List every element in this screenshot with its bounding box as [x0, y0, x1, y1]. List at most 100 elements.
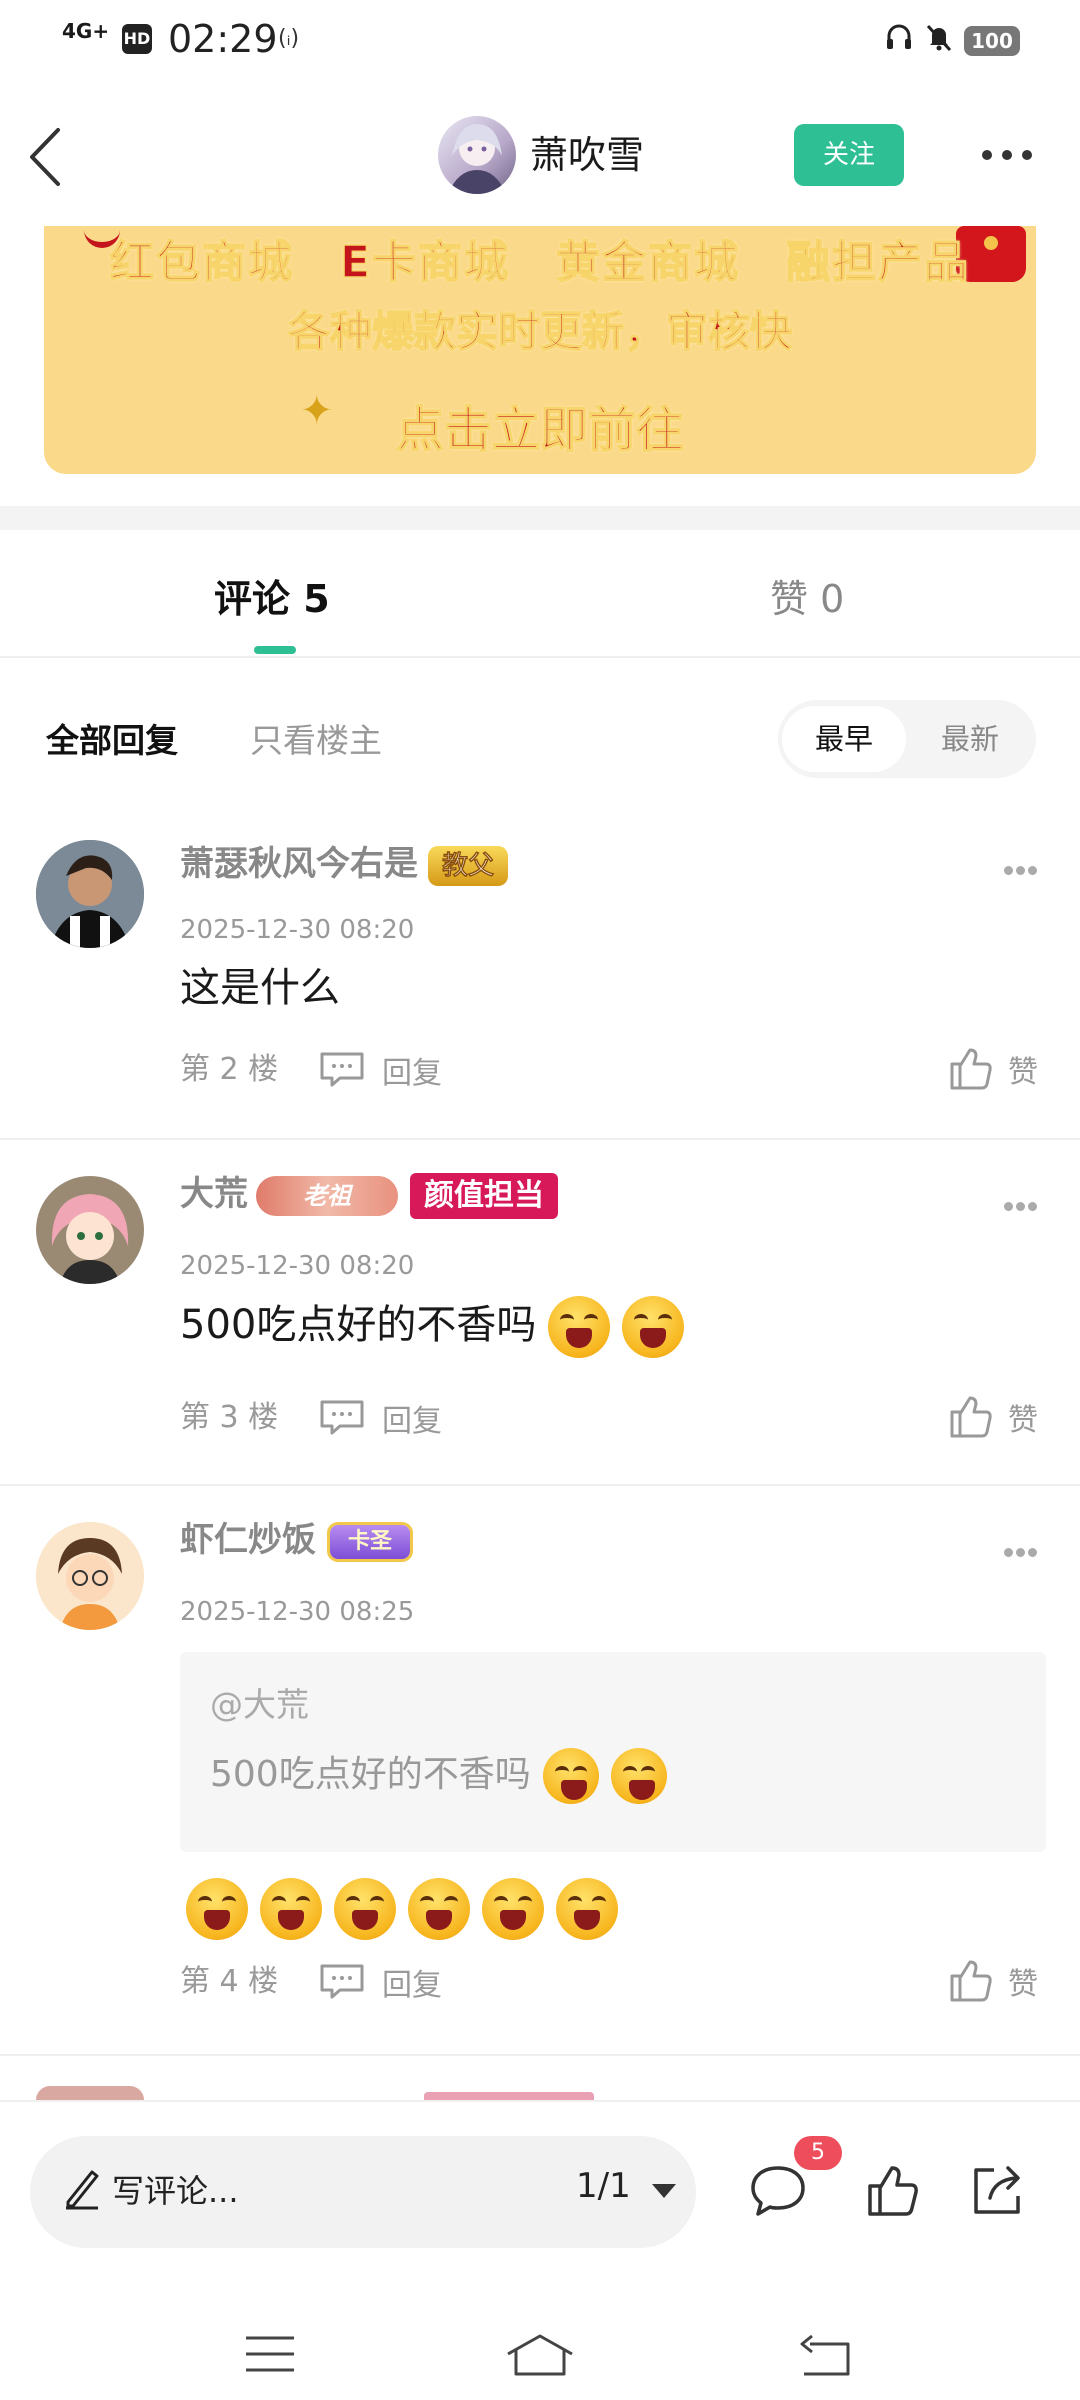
nfc-icon: (ᵢ) [278, 26, 300, 51]
comment-time: 2025-12-30 08:20 [180, 915, 415, 945]
emoji-row [174, 1878, 618, 1940]
author-avatar[interactable] [438, 116, 516, 194]
laughing-emoji-icon [622, 1296, 685, 1358]
laughing-emoji-icon [556, 1878, 618, 1940]
comment-text: 500吃点好的不香吗 [180, 1296, 685, 1358]
back-nav-icon[interactable] [796, 2334, 852, 2382]
comment-input-placeholder: 写评论... [112, 2172, 239, 2210]
reply-button[interactable]: 回复 [318, 1398, 442, 1447]
laughing-emoji-icon [610, 1748, 667, 1804]
banner-line-1: 红包商城 E卡商城 黄金商城 融担产品 [109, 236, 971, 289]
bell-muted-icon [924, 22, 954, 59]
user-badge: 老祖 [256, 1175, 398, 1216]
comment-more-button[interactable] [1004, 1548, 1038, 1560]
avatar[interactable] [36, 1522, 144, 1630]
author-name[interactable]: 大荒 [180, 1174, 248, 1214]
like-button[interactable]: 赞 [946, 1956, 1038, 2015]
floor-number: 第 3 楼 [180, 1400, 279, 1435]
quoted-text: 500吃点好的不香吗 [210, 1744, 667, 1806]
sort-earliest[interactable]: 最早 [782, 706, 906, 772]
comment-text: 这是什么 [180, 965, 340, 1011]
avatar[interactable] [36, 1176, 144, 1284]
title-badge [424, 2092, 594, 2100]
pencil-icon [62, 2166, 102, 2214]
laughing-emoji-icon [260, 1878, 322, 1940]
title-badge: 颜值担当 [410, 1172, 558, 1219]
comment-icon [318, 1050, 366, 1099]
follow-button[interactable]: 关注 [794, 124, 904, 186]
author-name[interactable]: 萧吹雪 [530, 130, 644, 180]
active-tab-indicator [254, 646, 296, 654]
avatar[interactable] [36, 840, 144, 948]
back-button[interactable] [26, 122, 76, 192]
laughing-emoji-icon [186, 1878, 248, 1940]
comments-button[interactable] [748, 2162, 808, 2222]
laughing-emoji-icon [482, 1878, 544, 1940]
tab-comments[interactable]: 评论 5 [214, 574, 330, 624]
tab-likes[interactable]: 赞 0 [770, 574, 844, 624]
app-header: 萧吹雪 关注 [0, 80, 1080, 230]
like-button[interactable]: 赞 [946, 1044, 1038, 1103]
comment-author[interactable]: 萧瑟秋风今右是 教父 [180, 842, 509, 886]
chevron-down-icon[interactable] [652, 2184, 676, 2198]
home-icon[interactable] [504, 2332, 576, 2380]
headphones-icon [884, 22, 914, 59]
comment-author[interactable]: 大荒 老祖 颜值担当 [180, 1172, 558, 1219]
laughing-emoji-icon [548, 1296, 611, 1358]
promo-banner[interactable]: 红包商城 E卡商城 黄金商城 融担产品 各种爆款实时更新，审核快 ✦ 点击立即前… [44, 226, 1036, 474]
sort-latest[interactable]: 最新 [908, 706, 1032, 772]
more-options-button[interactable] [980, 140, 1034, 170]
comment-icon [318, 1398, 366, 1447]
like-post-button[interactable] [864, 2162, 920, 2222]
user-badge: 教父 [428, 845, 509, 886]
reply-label: 回复 [382, 1404, 442, 1439]
laughing-emoji-icon [408, 1878, 470, 1940]
author-name[interactable]: 萧瑟秋风今右是 [180, 844, 418, 884]
floor-number: 第 2 楼 [180, 1052, 279, 1087]
reply-button[interactable]: 回复 [318, 1962, 442, 2011]
system-nav-bar [0, 2300, 1080, 2400]
comment-time: 2025-12-30 08:20 [180, 1251, 415, 1281]
laughing-emoji-icon [334, 1878, 396, 1940]
hd-icon: HD [122, 24, 152, 54]
banner-cta[interactable]: 点击立即前往 [44, 390, 1036, 460]
network-indicator: 4G+ [62, 19, 110, 43]
avatar [36, 2086, 144, 2100]
reply-label: 回复 [382, 1968, 442, 2003]
filter-op-only[interactable]: 只看楼主 [250, 714, 382, 762]
like-label: 赞 [1008, 1403, 1038, 1438]
reply-button[interactable]: 回复 [318, 1050, 442, 1099]
floor-number: 第 4 楼 [180, 1964, 279, 1999]
comment-input[interactable]: 写评论... 1/1 [30, 2136, 696, 2248]
menu-icon[interactable] [244, 2334, 296, 2378]
quoted-user[interactable]: @大荒 [210, 1678, 309, 1726]
like-label: 赞 [1008, 1055, 1038, 1090]
share-button[interactable] [968, 2162, 1028, 2222]
comment-separator [0, 1138, 1080, 1140]
battery-indicator: 100 [964, 26, 1020, 56]
like-label: 赞 [1008, 1967, 1038, 2002]
user-badge: 卡圣 [330, 1524, 411, 1559]
comment-time: 2025-12-30 08:25 [180, 1597, 415, 1627]
like-button[interactable]: 赞 [946, 1392, 1038, 1451]
thumbs-up-icon [946, 1392, 994, 1451]
comment-icon [318, 1962, 366, 2011]
status-time: 02:29 [168, 17, 278, 61]
reply-label: 回复 [382, 1056, 442, 1091]
comment-author[interactable]: 虾仁炒饭 卡圣 [180, 1518, 411, 1562]
filter-all-replies[interactable]: 全部回复 [46, 714, 178, 762]
thumbs-up-icon [946, 1956, 994, 2015]
quoted-reply[interactable]: @大荒 500吃点好的不香吗 [180, 1652, 1046, 1852]
section-divider [0, 506, 1080, 530]
sort-toggle: 最早 最新 [778, 700, 1036, 778]
page-indicator[interactable]: 1/1 [576, 2166, 631, 2206]
comment-count-badge: 5 [794, 2136, 842, 2170]
comment-separator [0, 1484, 1080, 1486]
banner-line-2: 各种爆款实时更新，审核快 [287, 306, 793, 357]
comment-more-button[interactable] [1004, 866, 1038, 878]
thumbs-up-icon [946, 1044, 994, 1103]
comment-text-content: 500吃点好的不香吗 [180, 1302, 537, 1348]
tab-divider [0, 656, 1080, 658]
comment-more-button[interactable] [1004, 1202, 1038, 1214]
author-name[interactable]: 虾仁炒饭 [180, 1520, 316, 1560]
